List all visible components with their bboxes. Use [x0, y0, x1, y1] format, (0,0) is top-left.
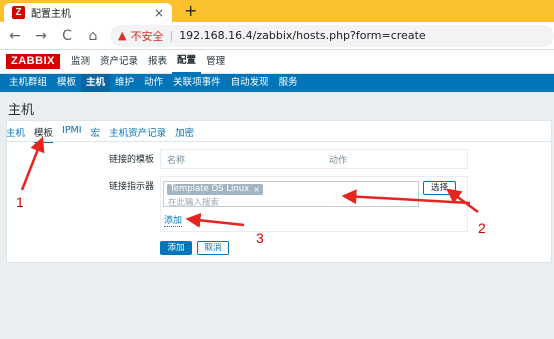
annotation-number-2: 2 — [478, 220, 486, 236]
url-text[interactable]: 192.168.16.4/zabbix/hosts.php?form=creat… — [179, 29, 425, 42]
submenu-item-correlation[interactable]: 关联项事件 — [168, 74, 226, 92]
column-header-action: 动作 — [329, 155, 348, 166]
home-icon[interactable]: ⌂ — [82, 28, 104, 44]
column-header-name: 名称 — [167, 155, 186, 166]
zabbix-header: ZABBIX 监测 资产记录 报表 配置 管理 — [0, 50, 554, 74]
zabbix-favicon-icon: Z — [12, 6, 25, 19]
select-button[interactable]: 选择 — [423, 181, 456, 195]
tab-divider — [6, 141, 552, 142]
new-tab-button[interactable]: + — [184, 2, 197, 20]
chip-remove-icon[interactable]: × — [253, 184, 260, 195]
link-indicator-label: 链接指示器 — [108, 182, 154, 192]
menu-item-inventory[interactable]: 资产记录 — [95, 50, 143, 74]
submenu-item-services[interactable]: 服务 — [274, 74, 303, 92]
insecure-label[interactable]: 不安全 — [130, 28, 163, 44]
annotation-number-1: 1 — [16, 194, 24, 210]
reload-icon[interactable]: C — [56, 28, 78, 44]
zabbix-logo[interactable]: ZABBIX — [6, 54, 60, 69]
submenu-item-hosts[interactable]: 主机 — [81, 74, 111, 92]
tab-title: 配置主机 — [31, 9, 71, 20]
page-title: 主机 — [8, 103, 35, 118]
browser-tab[interactable]: Z 配置主机 × — [4, 3, 172, 22]
address-separator: | — [169, 29, 174, 42]
warning-icon: ▲ — [118, 29, 127, 42]
close-icon[interactable]: × — [154, 6, 164, 20]
menu-item-administration[interactable]: 管理 — [201, 50, 230, 74]
annotation-number-3: 3 — [256, 230, 264, 246]
submit-add-button[interactable]: 添加 — [160, 241, 192, 255]
add-link[interactable]: 添加 — [164, 213, 183, 227]
linked-templates-label: 链接的模板 — [108, 155, 154, 165]
submenu-item-maintenance[interactable]: 维护 — [110, 74, 139, 92]
browser-toolbar: ← → C ⌂ ▲ 不安全 | 192.168.16.4/zabbix/host… — [0, 22, 554, 50]
linked-templates-table: 名称 动作 — [160, 149, 468, 169]
menu-item-configuration[interactable]: 配置 — [172, 50, 202, 74]
cancel-button[interactable]: 取消 — [197, 241, 229, 255]
address-bar[interactable]: ▲ 不安全 | 192.168.16.4/zabbix/hosts.php?fo… — [110, 24, 554, 47]
template-multiselect[interactable]: Template OS Linux × 在此输入搜索 — [163, 181, 419, 208]
submenu-item-discovery[interactable]: 自动发现 — [226, 74, 274, 92]
submenu-item-templates[interactable]: 模板 — [52, 74, 81, 92]
menu-item-monitoring[interactable]: 监测 — [66, 50, 95, 74]
chip-label: Template OS Linux — [170, 184, 250, 194]
back-arrow-icon[interactable]: ← — [4, 28, 26, 44]
search-input[interactable]: 在此输入搜索 — [168, 196, 219, 208]
submenu-item-actions[interactable]: 动作 — [139, 74, 168, 92]
top-menu: 监测 资产记录 报表 配置 管理 — [66, 50, 230, 74]
template-chip: Template OS Linux × — [167, 184, 263, 195]
menu-item-reports[interactable]: 报表 — [143, 50, 172, 74]
zabbix-submenu: 主机群组 模板 主机 维护 动作 关联项事件 自动发现 服务 — [0, 74, 554, 92]
browser-tabstrip: Z 配置主机 × + — [0, 0, 554, 22]
submenu-item-host-groups[interactable]: 主机群组 — [4, 74, 52, 92]
forward-arrow-icon[interactable]: → — [30, 28, 52, 44]
